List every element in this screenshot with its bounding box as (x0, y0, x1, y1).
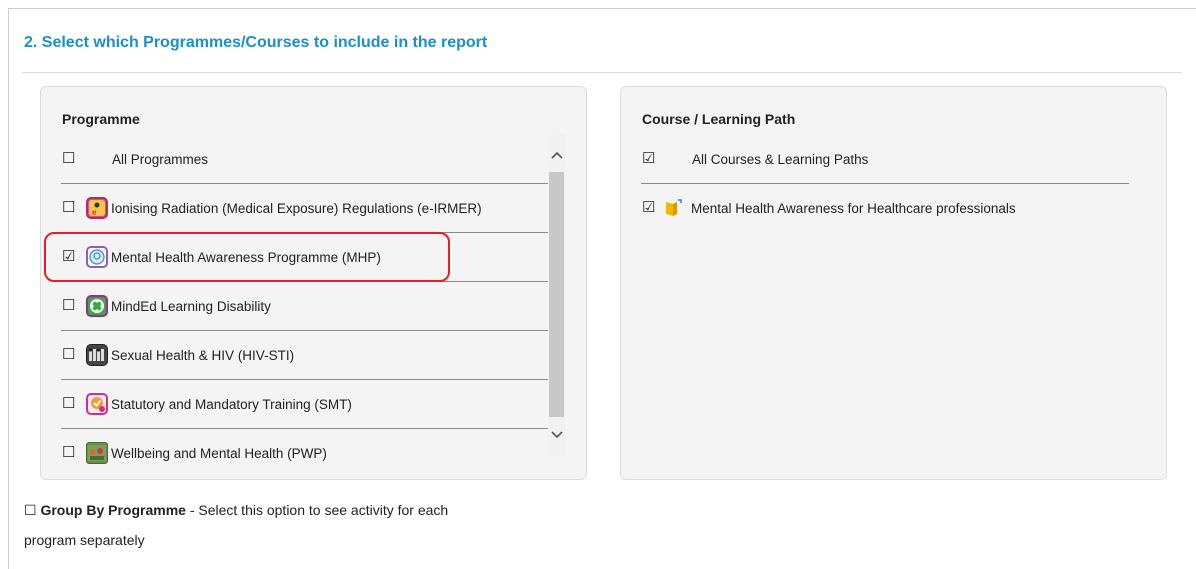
checkbox-checked[interactable]: ☑ (642, 200, 656, 215)
programme-item-e-irmer[interactable]: ☐ e Ionising Radiation (Medical Exposure… (61, 184, 549, 233)
group-by-label: Group By Programme (40, 502, 186, 518)
group-by-description-line2: program separately (24, 532, 145, 548)
programme-list[interactable]: ☐ All Programmes ☐ e Ionising Radiation … (61, 135, 549, 477)
course-book-icon (662, 197, 684, 219)
course-label: Mental Health Awareness for Healthcare p… (691, 200, 1016, 216)
programme-label: Statutory and Mandatory Training (SMT) (111, 396, 352, 412)
programme-scrollbar[interactable] (548, 134, 565, 456)
programme-item-all[interactable]: ☐ All Programmes (61, 135, 549, 184)
programme-label: MindEd Learning Disability (111, 298, 271, 314)
checkbox-checked[interactable]: ☑ (642, 151, 656, 166)
course-panel: Course / Learning Path ☑ All Courses & L… (620, 86, 1167, 480)
group-by-option[interactable]: ☐ Group By Programme - Select this optio… (24, 502, 448, 519)
scroll-up-icon[interactable] (548, 146, 565, 164)
group-by-checkbox[interactable]: ☐ (24, 502, 37, 518)
checkbox-unchecked[interactable]: ☐ (62, 298, 76, 313)
programme-panel: Programme ☐ All Programmes ☐ e Ionising … (40, 86, 587, 480)
checkbox-unchecked[interactable]: ☐ (62, 347, 76, 362)
scroll-down-icon[interactable] (548, 426, 565, 444)
course-item-all[interactable]: ☑ All Courses & Learning Paths (641, 135, 1129, 184)
programme-label: Ionising Radiation (Medical Exposure) Re… (111, 200, 482, 216)
group-by-description: - Select this option to see activity for… (185, 502, 449, 518)
course-item-mha-healthcare[interactable]: ☑ Mental Health Awareness for Healthcare… (641, 184, 1129, 232)
checkbox-unchecked[interactable]: ☐ (62, 445, 76, 460)
scrollbar-thumb[interactable] (549, 172, 564, 417)
programme-item-smt[interactable]: ☐ Statutory and Mandatory Training (SMT) (61, 380, 549, 429)
course-heading: Course / Learning Path (642, 111, 796, 127)
programme-label: Sexual Health & HIV (HIV-STI) (111, 347, 295, 363)
checkbox-unchecked[interactable]: ☐ (62, 200, 76, 215)
svg-text:e: e (92, 208, 97, 217)
course-list[interactable]: ☑ All Courses & Learning Paths ☑ Mental … (641, 135, 1129, 232)
programme-heading: Programme (62, 111, 140, 127)
minded-programme-icon (86, 295, 108, 317)
course-label: All Courses & Learning Paths (692, 151, 869, 167)
checkbox-unchecked[interactable]: ☐ (62, 396, 76, 411)
title-divider (22, 72, 1182, 73)
programme-item-hiv-sti[interactable]: ☐ Sexual Health & HIV (HIV-STI) (61, 331, 549, 380)
programme-label: All Programmes (112, 151, 209, 167)
selection-highlight (44, 232, 450, 282)
programme-item-minded[interactable]: ☐ MindEd Learning Disability (61, 282, 549, 331)
checkbox-unchecked[interactable]: ☐ (62, 151, 76, 166)
section-title: 2. Select which Programmes/Courses to in… (24, 34, 488, 51)
programme-label: Wellbeing and Mental Health (PWP) (111, 445, 327, 461)
sexual-health-programme-icon (86, 344, 108, 366)
wellbeing-programme-icon (86, 442, 108, 464)
smt-programme-icon (86, 393, 108, 415)
programme-item-pwp[interactable]: ☐ Wellbeing and Mental Health (PWP) (61, 429, 549, 477)
radiation-programme-icon: e (86, 197, 108, 219)
